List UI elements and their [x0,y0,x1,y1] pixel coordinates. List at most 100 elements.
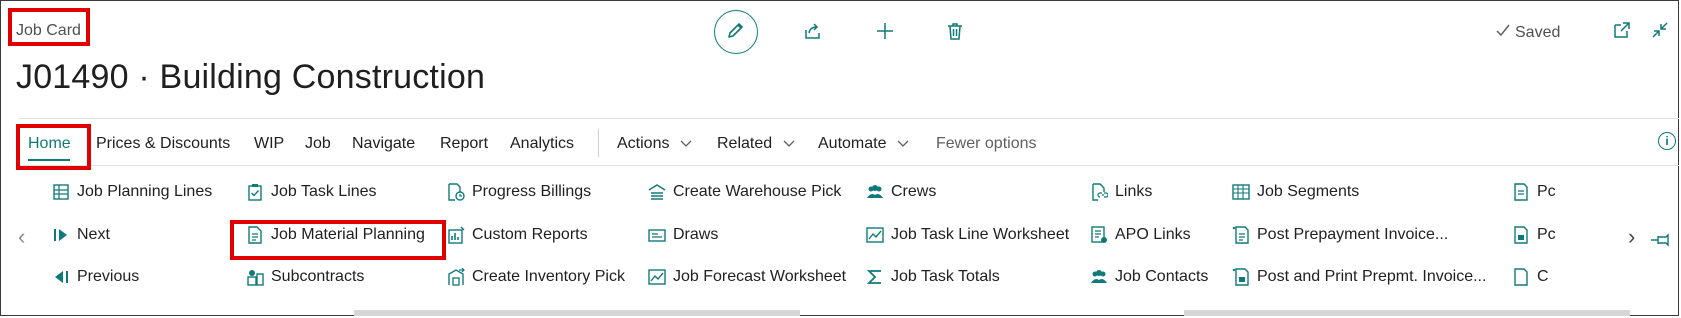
document-icon [1512,268,1530,286]
tab-related-label: Related [717,135,773,153]
action-label: Draws [673,226,719,243]
custom-reports-icon [447,226,465,244]
progress-billings-icon [447,183,465,201]
highlight-box-caption [8,8,90,46]
action-label: Job Task Line Worksheet [891,226,1070,243]
chevron-down-icon [783,135,795,153]
action-crews[interactable]: Crews [866,183,936,201]
action-label: Job Task Lines [271,183,377,200]
action-label: Job Forecast Worksheet [673,268,847,285]
document-icon [1512,183,1530,201]
action-post-prepayment-invoice[interactable]: Post Prepayment Invoice... [1232,226,1448,244]
task-line-worksheet-icon [866,226,884,244]
next-icon [52,226,70,244]
links-icon [1090,183,1108,201]
open-new-window-icon [1612,22,1632,44]
collapse-icon [1650,22,1670,44]
action-job-task-line-worksheet[interactable]: Job Task Line Worksheet [866,226,1069,244]
tab-automate-label: Automate [818,135,887,153]
action-label: Next [77,226,110,243]
sigma-icon [866,268,884,286]
action-label: Custom Reports [472,226,588,243]
action-subcontracts[interactable]: Subcontracts [246,268,364,286]
inventory-pick-icon [447,268,465,286]
pin-button[interactable] [1650,232,1672,248]
forecast-worksheet-icon [648,268,666,286]
tab-automate[interactable]: Automate [818,135,909,153]
new-button[interactable] [874,22,896,44]
checkmark-icon [1495,22,1511,43]
info-icon[interactable]: i [1658,132,1676,150]
action-create-inventory-pick[interactable]: Create Inventory Pick [447,268,625,286]
action-previous[interactable]: Previous [52,268,139,286]
tab-actions-label: Actions [617,135,670,153]
action-label: Create Warehouse Pick [673,183,842,200]
action-label: Job Segments [1257,183,1360,200]
tab-navigate[interactable]: Navigate [352,135,415,153]
tab-actions[interactable]: Actions [617,135,692,153]
action-job-contacts[interactable]: Job Contacts [1090,268,1208,286]
scroll-right-button[interactable]: › [1628,224,1635,250]
tab-prices-discounts[interactable]: Prices & Discounts [96,135,230,153]
action-clipped-1[interactable]: Pc [1512,183,1556,201]
action-post-print-prepmt-invoice[interactable]: Post and Print Prepmt. Invoice... [1232,268,1486,286]
trash-icon [945,21,965,46]
contacts-icon [1090,268,1108,286]
action-label: Job Planning Lines [77,183,213,200]
action-clipped-3[interactable]: C [1512,268,1549,286]
action-label: Post Prepayment Invoice... [1257,226,1449,243]
warehouse-pick-icon [648,183,666,201]
action-clipped-2[interactable]: Pc [1512,226,1556,244]
delete-button[interactable] [944,22,966,44]
action-job-task-totals[interactable]: Job Task Totals [866,268,1000,286]
action-label: Job Task Totals [891,268,1000,285]
action-custom-reports[interactable]: Custom Reports [447,226,588,244]
tab-separator [598,129,599,157]
task-lines-icon [246,183,264,201]
action-next[interactable]: Next [52,226,110,244]
share-button[interactable] [802,22,824,44]
segments-icon [1232,183,1250,201]
tab-wip[interactable]: WIP [254,135,284,153]
highlight-box-material-planning [230,220,446,260]
action-job-forecast-worksheet[interactable]: Job Forecast Worksheet [648,268,846,286]
action-label: C [1537,268,1549,285]
action-job-task-lines[interactable]: Job Task Lines [246,183,377,201]
tab-analytics[interactable]: Analytics [510,135,574,153]
highlight-box-home-tab [16,124,91,170]
action-draws[interactable]: Draws [648,226,718,244]
plus-icon [875,21,895,46]
planning-lines-icon [52,183,70,201]
action-label: Pc [1537,183,1556,200]
post-invoice-icon [1232,226,1250,244]
edit-button[interactable] [714,10,758,54]
draws-icon [648,226,666,244]
post-print-invoice-icon [1232,268,1250,286]
action-label: Pc [1537,226,1556,243]
pin-icon [1650,233,1672,252]
action-job-planning-lines[interactable]: Job Planning Lines [52,183,212,201]
action-create-warehouse-pick[interactable]: Create Warehouse Pick [648,183,841,201]
crews-icon [866,183,884,201]
open-new-window-button[interactable] [1612,20,1632,40]
saved-label: Saved [1515,23,1561,41]
action-label: Progress Billings [472,183,592,200]
tab-report[interactable]: Report [440,135,488,153]
action-label: Post and Print Prepmt. Invoice... [1257,268,1487,285]
action-links[interactable]: Links [1090,183,1152,201]
tab-fewer-options[interactable]: Fewer options [936,135,1037,153]
pencil-icon [726,20,746,45]
apo-links-icon [1090,226,1108,244]
previous-icon [52,268,70,286]
collapse-button[interactable] [1650,20,1670,40]
action-apo-links[interactable]: APO Links [1090,226,1191,244]
tab-related[interactable]: Related [717,135,795,153]
action-label: Subcontracts [271,268,365,285]
top-action-bar [714,8,1034,56]
tab-job[interactable]: Job [305,135,331,153]
action-label: Crews [891,183,937,200]
action-job-segments[interactable]: Job Segments [1232,183,1359,201]
chevron-down-icon [680,135,692,153]
action-progress-billings[interactable]: Progress Billings [447,183,591,201]
action-label: Links [1115,183,1153,200]
